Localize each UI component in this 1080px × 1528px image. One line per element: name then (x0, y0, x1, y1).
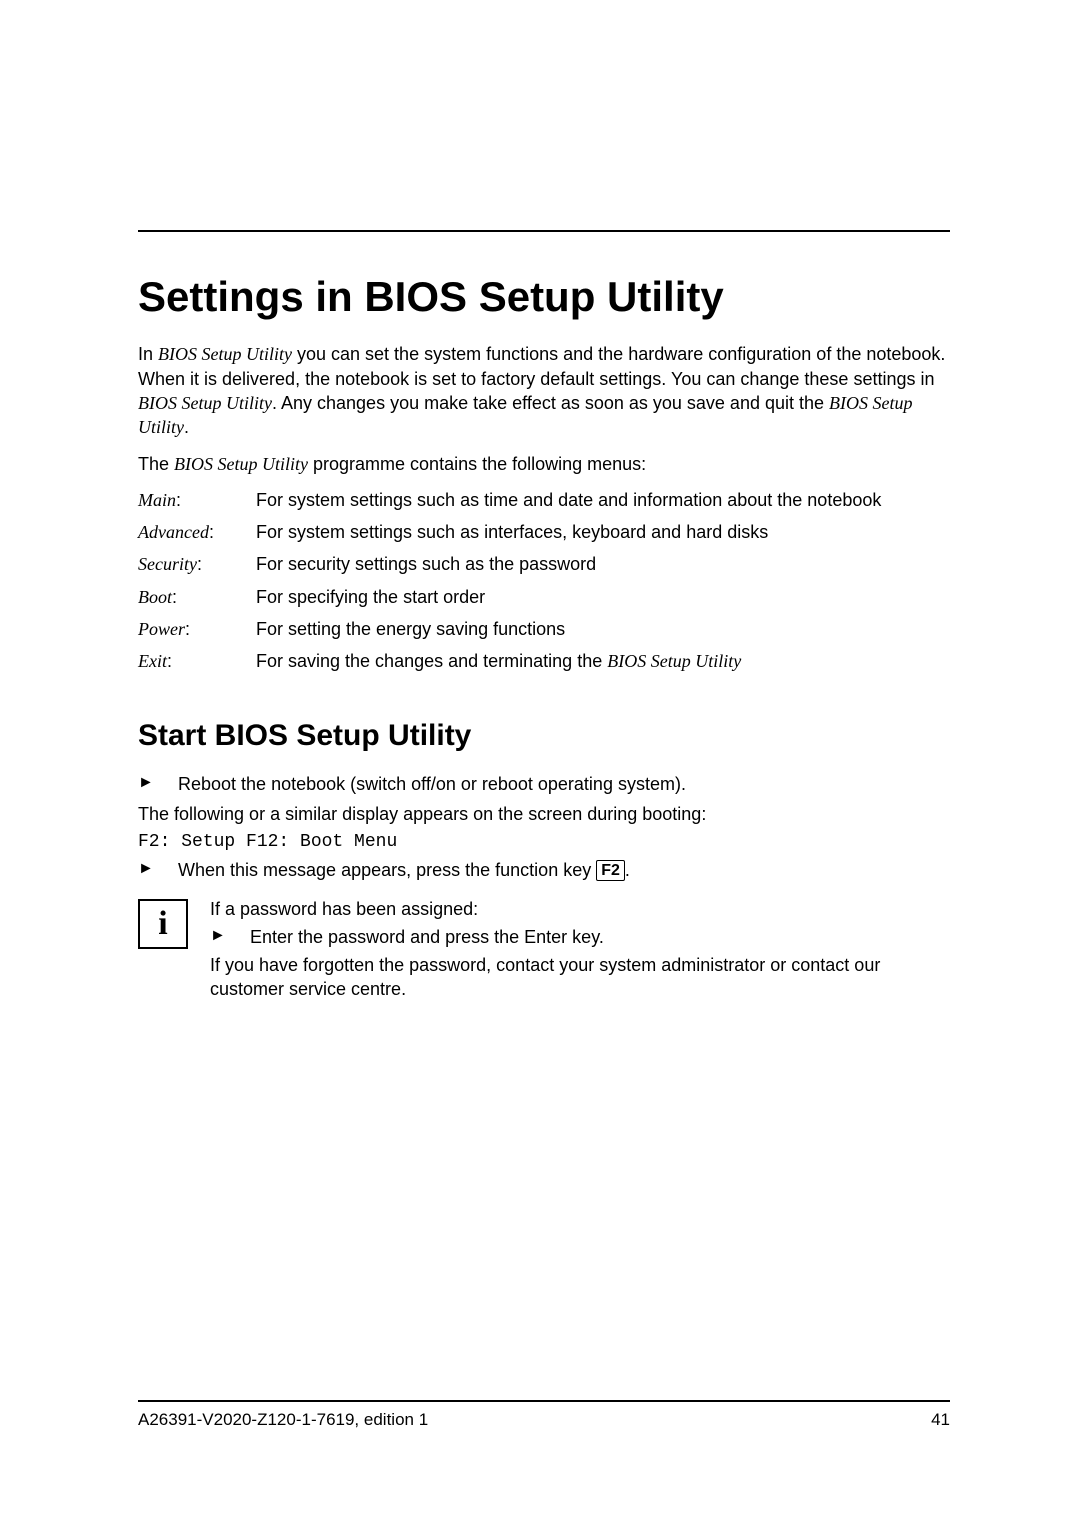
menu-name: Boot (138, 587, 172, 607)
footer-row: A26391-V2020-Z120-1-7619, edition 1 41 (138, 1410, 950, 1430)
menu-label: Main: (138, 484, 256, 516)
intro-em: BIOS Setup Utility (158, 344, 292, 364)
intro-text: In (138, 344, 158, 364)
document-page: Settings in BIOS Setup Utility In BIOS S… (0, 0, 1080, 1528)
table-row: Main: For system settings such as time a… (138, 484, 881, 516)
menu-label: Power: (138, 613, 256, 645)
menu-colon: : (172, 587, 177, 607)
menu-desc-text: For saving the changes and terminating t… (256, 651, 607, 671)
menus-intro: The BIOS Setup Utility programme contain… (138, 452, 950, 476)
menu-name: Security (138, 554, 197, 574)
menu-desc: For system settings such as interfaces, … (256, 516, 881, 548)
boot-display-line: F2: Setup F12: Boot Menu (138, 832, 950, 852)
step-item: Reboot the notebook (switch off/on or re… (138, 772, 950, 796)
table-row: Exit: For saving the changes and termina… (138, 645, 881, 677)
menu-label: Advanced: (138, 516, 256, 548)
info-icon: i (138, 899, 188, 949)
menu-colon: : (209, 522, 214, 542)
intro-text: . Any changes you make take effect as so… (272, 393, 829, 413)
menu-name: Power (138, 619, 185, 639)
info-line: If you have forgotten the password, cont… (210, 953, 950, 1002)
header-rule (138, 230, 950, 232)
menu-desc: For setting the energy saving functions (256, 613, 881, 645)
menu-label: Security: (138, 548, 256, 580)
step-list: When this message appears, press the fun… (138, 858, 950, 882)
step-item: When this message appears, press the fun… (138, 858, 950, 882)
menu-desc: For security settings such as the passwo… (256, 548, 881, 580)
menu-name: Main (138, 490, 176, 510)
intro-text: you can set the system functions and the… (292, 344, 945, 364)
menu-colon: : (197, 554, 202, 574)
table-row: Power: For setting the energy saving fun… (138, 613, 881, 645)
menu-colon: : (167, 651, 172, 671)
intro-text: . (184, 417, 189, 437)
info-line: If a password has been assigned: (210, 897, 950, 921)
step-text: . (625, 860, 630, 880)
menus-intro-text: The (138, 454, 174, 474)
menu-table: Main: For system settings such as time a… (138, 484, 881, 678)
section-title: Start BIOS Setup Utility (138, 718, 950, 754)
paragraph: The following or a similar display appea… (138, 802, 950, 826)
table-row: Security: For security settings such as … (138, 548, 881, 580)
menus-intro-text: programme contains the following menus: (308, 454, 646, 474)
intro-em: BIOS Setup Utility (138, 393, 272, 413)
page-footer: A26391-V2020-Z120-1-7619, edition 1 41 (138, 1400, 950, 1430)
menu-name: Advanced (138, 522, 209, 542)
step-list: Enter the password and press the Enter k… (210, 925, 950, 949)
footer-rule (138, 1400, 950, 1402)
menu-colon: : (185, 619, 190, 639)
intro-text: When it is delivered, the notebook is se… (138, 369, 935, 389)
menu-desc-em: BIOS Setup Utility (607, 651, 741, 671)
table-row: Advanced: For system settings such as in… (138, 516, 881, 548)
menu-colon: : (176, 490, 181, 510)
menu-desc: For system settings such as time and dat… (256, 484, 881, 516)
step-text: When this message appears, press the fun… (178, 860, 596, 880)
footer-left: A26391-V2020-Z120-1-7619, edition 1 (138, 1410, 428, 1430)
menus-intro-em: BIOS Setup Utility (174, 454, 308, 474)
menu-name: Exit (138, 651, 167, 671)
keycap-f2: F2 (596, 860, 625, 881)
step-list: Reboot the notebook (switch off/on or re… (138, 772, 950, 796)
menu-label: Exit: (138, 645, 256, 677)
menu-desc: For specifying the start order (256, 581, 881, 613)
menu-label: Boot: (138, 581, 256, 613)
footer-right: 41 (931, 1410, 950, 1430)
step-item: Enter the password and press the Enter k… (210, 925, 950, 949)
table-row: Boot: For specifying the start order (138, 581, 881, 613)
menu-desc: For saving the changes and terminating t… (256, 645, 881, 677)
intro-paragraph: In BIOS Setup Utility you can set the sy… (138, 342, 950, 439)
info-body: If a password has been assigned: Enter t… (210, 897, 950, 1006)
info-box: i If a password has been assigned: Enter… (138, 897, 950, 1006)
page-title: Settings in BIOS Setup Utility (138, 272, 950, 322)
